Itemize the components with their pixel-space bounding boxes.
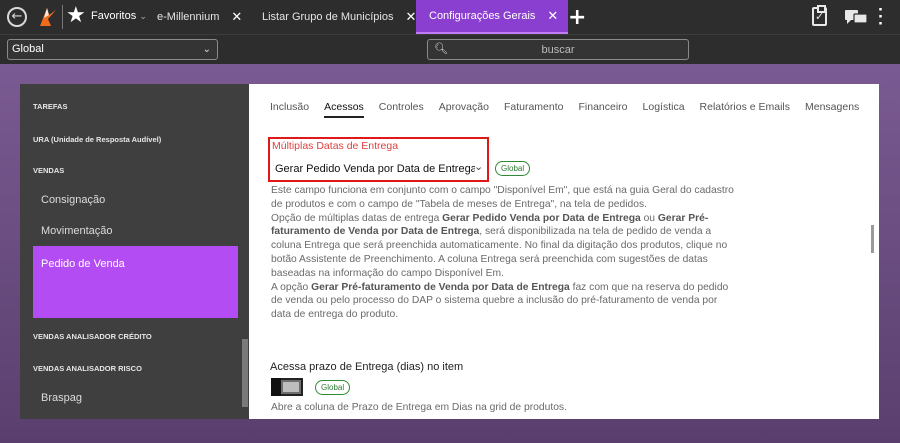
tab-faturamento[interactable]: Faturamento	[504, 101, 564, 113]
sidebar-section-tarefas[interactable]: TAREFAS	[33, 102, 67, 111]
global-badge: Global	[315, 380, 351, 395]
bold-text: Gerar Pré-faturamento de Venda por Data …	[311, 281, 570, 293]
multiplas-datas-description: Este campo funciona em conjunto com o ca…	[271, 184, 739, 322]
star-icon[interactable]: ★	[66, 3, 86, 28]
tab-mensagens[interactable]: Mensagens	[805, 101, 859, 113]
tab-financeiro[interactable]: Financeiro	[578, 101, 627, 113]
chevron-down-icon[interactable]: ⌄	[474, 160, 483, 173]
tab-acessos[interactable]: Acessos	[324, 101, 364, 118]
favorites-menu[interactable]: Favoritos ⌄	[91, 10, 147, 22]
sidebar-section-vendas-analisador-risco[interactable]: VENDAS ANALISADOR RISCO	[33, 364, 142, 373]
clipboard-check-icon[interactable]: ✓	[812, 5, 827, 26]
tab-controles[interactable]: Controles	[379, 101, 424, 113]
favorites-label: Favoritos	[91, 10, 137, 22]
prazo-entrega-label: Acessa prazo de Entrega (dias) no item	[270, 361, 464, 373]
multiplas-datas-select[interactable]: Gerar Pedido Venda por Data de Entrega	[275, 163, 475, 175]
context-bar: Global ⌄ 🔍︎ buscar	[0, 34, 900, 64]
chevron-down-icon: ⌄	[139, 12, 147, 22]
sidebar-item-movimentacao[interactable]: Movimentação	[41, 225, 113, 237]
close-icon[interactable]: ✕	[547, 9, 558, 24]
text-segment: ou	[640, 212, 658, 224]
sidebar: TAREFAS URA (Unidade de Resposta Audível…	[20, 84, 249, 419]
tab-configuracoes-gerais[interactable]: Configurações Gerais ✕	[416, 0, 569, 34]
prazo-entrega-toggle[interactable]	[271, 378, 303, 396]
chat-icon[interactable]	[845, 10, 867, 25]
tab-label: Configurações Gerais	[429, 10, 536, 22]
settings-tabs: Inclusão Acessos Controles Aprovação Fat…	[270, 101, 874, 118]
search-placeholder: buscar	[541, 44, 575, 56]
more-menu-icon[interactable]: · · ·	[877, 1, 885, 32]
app-logo-icon[interactable]	[36, 6, 58, 28]
tab-aprovacao[interactable]: Aprovação	[439, 101, 489, 113]
multiplas-datas-label: Múltiplas Datas de Entrega	[272, 140, 399, 152]
chevron-down-icon: ⌄	[202, 44, 211, 55]
tab-listar-grupo-municipios[interactable]: Listar Grupo de Municípios ✕	[262, 0, 416, 34]
text-segment: Este campo funciona em conjunto com o ca…	[271, 185, 734, 210]
global-badge: Global	[495, 161, 531, 176]
add-tab-icon[interactable]: +	[568, 5, 586, 30]
tab-label: e-Millennium	[157, 11, 220, 23]
settings-panel: Inclusão Acessos Controles Aprovação Fat…	[249, 84, 879, 419]
bold-text: Gerar Pedido Venda por Data de Entrega	[442, 212, 641, 224]
sidebar-item-pedido-de-venda[interactable]: Pedido de Venda	[33, 246, 238, 318]
prazo-entrega-description: Abre a coluna de Prazo de Entrega em Dia…	[271, 402, 567, 413]
close-icon[interactable]: ✕	[405, 10, 416, 25]
divider	[62, 5, 63, 29]
tab-e-millennium[interactable]: e-Millennium ✕	[157, 0, 242, 34]
sidebar-item-consignacao[interactable]: Consignação	[41, 194, 105, 206]
context-select-value: Global	[12, 43, 44, 55]
sidebar-section-ura[interactable]: URA (Unidade de Resposta Audível)	[33, 135, 161, 144]
sidebar-item-label: Pedido de Venda	[41, 258, 125, 270]
top-bar: ← ★ Favoritos ⌄ e-Millennium ✕ Listar Gr…	[0, 0, 900, 34]
panel-scrollbar[interactable]	[871, 225, 874, 253]
text-segment: Opção de múltiplas datas de entrega	[271, 212, 443, 224]
back-arrow-icon[interactable]: ←	[7, 7, 27, 27]
close-icon[interactable]: ✕	[231, 10, 242, 25]
tab-inclusao[interactable]: Inclusão	[270, 101, 309, 113]
tab-label: Listar Grupo de Municípios	[262, 11, 394, 23]
sidebar-scrollbar[interactable]	[242, 339, 248, 407]
text-segment: A opção	[271, 281, 312, 293]
sidebar-item-braspag[interactable]: Braspag	[41, 392, 82, 404]
context-select[interactable]: Global ⌄	[7, 39, 218, 60]
sidebar-section-vendas[interactable]: VENDAS	[33, 166, 64, 175]
tab-logistica[interactable]: Logística	[643, 101, 685, 113]
sidebar-section-vendas-analisador-credito[interactable]: VENDAS ANALISADOR CRÉDITO	[33, 332, 152, 341]
tab-relatorios-emails[interactable]: Relatórios e Emails	[700, 101, 790, 113]
search-input[interactable]: 🔍︎ buscar	[427, 39, 689, 60]
